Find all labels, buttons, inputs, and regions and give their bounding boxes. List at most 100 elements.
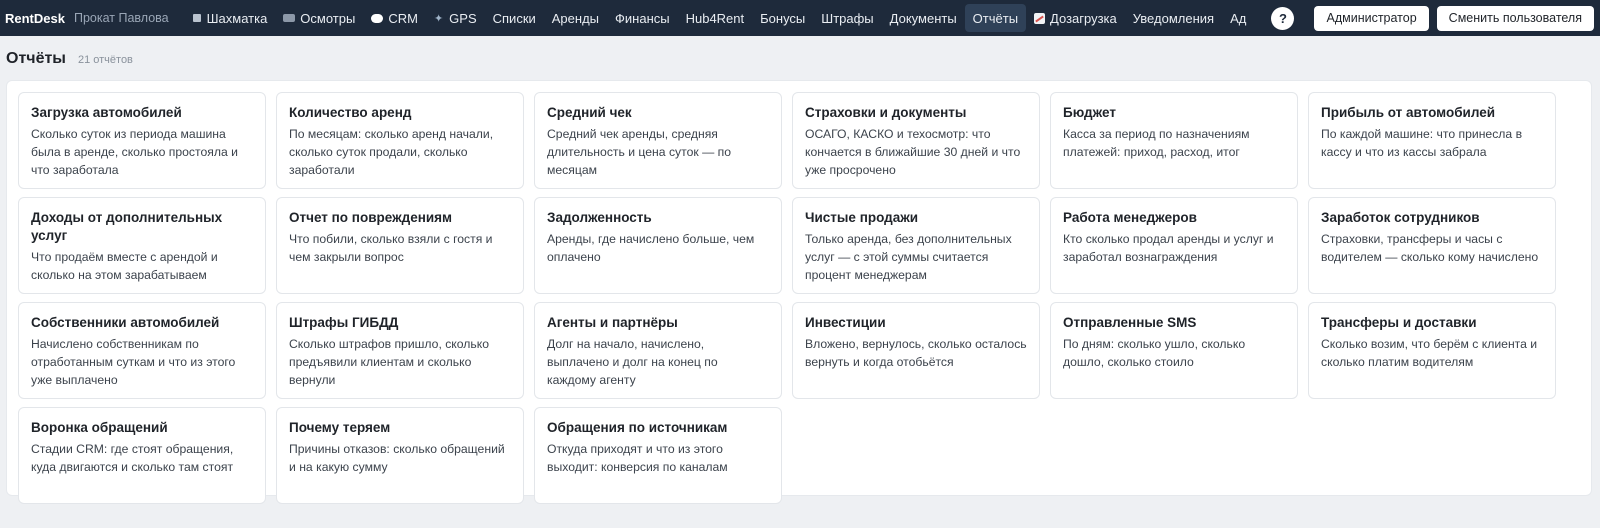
nav-item-hub4rent[interactable]: Hub4Rent <box>678 4 753 32</box>
nav-item-label: Штрафы <box>821 10 874 26</box>
report-card[interactable]: Воронка обращений Стадии CRM: где стоят о… <box>18 407 266 504</box>
report-description: Вложено, вернулось, сколько осталось вер… <box>805 337 1027 369</box>
report-card[interactable]: Собственники автомобилей Начислено собств… <box>18 302 266 399</box>
report-description: Что побили, сколько взяли с гостя и чем … <box>289 232 493 264</box>
report-card[interactable]: Чистые продажи Только аренда, без дополни… <box>792 197 1040 294</box>
report-title: Собственники автомобилей <box>31 315 220 330</box>
nav-item-label: Дозагрузка <box>1050 10 1117 26</box>
report-description: Начислено собственникам по отработанным … <box>31 337 236 387</box>
report-card[interactable]: Отчет по повреждениям Что побили, сколько… <box>276 197 524 294</box>
report-title: Загрузка автомобилей <box>31 105 182 120</box>
nav-item-label: Уведомления <box>1132 10 1215 26</box>
speech-bubble-icon <box>371 13 384 23</box>
report-card[interactable]: Средний чек Средний чек аренды, средняя д… <box>534 92 782 189</box>
satellite-icon: ✦ <box>433 12 444 25</box>
report-card[interactable]: Инвестиции Вложено, вернулось, сколько ос… <box>792 302 1040 399</box>
report-card[interactable]: Обращения по источникам Откуда приходят и… <box>534 407 782 504</box>
report-card[interactable]: Заработок сотрудников Страховки, трансфер… <box>1308 197 1556 294</box>
switch-user-button[interactable]: Сменить пользователя <box>1436 5 1594 31</box>
report-description: Причины отказов: сколько обращений и на … <box>289 442 505 474</box>
report-title: Бюджет <box>1063 105 1116 120</box>
report-description: Средний чек аренды, средняя длительность… <box>547 127 732 177</box>
report-card[interactable]: Штрафы ГИБДД Сколько штрафов пришло, скол… <box>276 302 524 399</box>
report-description: По месяцам: сколько аренд начали, скольк… <box>289 127 494 177</box>
report-card[interactable]: Бюджет Касса за период по назначениям пла… <box>1050 92 1298 189</box>
report-card[interactable]: Страховки и документы ОСАГО, КАСКО и техо… <box>792 92 1040 189</box>
report-description: ОСАГО, КАСКО и техосмотр: что кончается … <box>805 127 1021 177</box>
help-button[interactable]: ? <box>1271 6 1295 30</box>
report-card[interactable]: Трансферы и доставки Сколько возим, что б… <box>1308 302 1556 399</box>
report-title: Почему теряем <box>289 420 391 435</box>
report-description: Долг на начало, начислено, выплачено и д… <box>547 337 718 387</box>
camera-icon <box>283 14 296 22</box>
nav-item-dozagruzka[interactable]: Дозагрузка <box>1026 4 1125 32</box>
report-description: По дням: сколько ушло, сколько дошло, ск… <box>1063 337 1246 369</box>
main-nav: Шахматка Осмотры CRM ✦ GPS Списки Аренды Финанс… <box>185 0 1266 36</box>
nav-item-label: Ад <box>1230 10 1247 26</box>
report-title: Прибыль от автомобилей <box>1321 105 1496 120</box>
report-title: Трансферы и доставки <box>1321 315 1477 330</box>
report-count: 21 отчётов <box>77 54 133 66</box>
report-card[interactable]: Работа менеджеров Кто сколько продал арен… <box>1050 197 1298 294</box>
chart-icon <box>1034 12 1046 24</box>
report-description: Сколько штрафов пришло, сколько предъяви… <box>289 337 489 387</box>
report-card[interactable]: Загрузка автомобилей Сколько суток из пер… <box>18 92 266 189</box>
report-card[interactable]: Прибыль от автомобилей По каждой машине: … <box>1308 92 1556 189</box>
nav-item-label: Бонусы <box>760 10 806 26</box>
nav-item-label: CRM <box>388 10 418 26</box>
report-description: Касса за период по назначениям платежей:… <box>1063 127 1250 159</box>
report-card[interactable]: Количество аренд По месяцам: сколько арен… <box>276 92 524 189</box>
nav-item-finansy[interactable]: Финансы <box>607 4 678 32</box>
nav-item-label: Аренды <box>551 10 600 26</box>
nav-item-bonusy[interactable]: Бонусы <box>752 4 813 32</box>
reports-panel: Загрузка автомобилей Сколько суток из пер… <box>6 80 1592 504</box>
nav-item-shtrafy[interactable]: Штрафы <box>813 4 881 32</box>
nav-item-dokumenty[interactable]: Документы <box>882 4 965 32</box>
nav-item-arendy[interactable]: Аренды <box>544 4 607 32</box>
report-description: Кто сколько продал аренды и услуг и зара… <box>1063 232 1274 264</box>
report-title: Обращения по источникам <box>547 420 728 435</box>
report-card[interactable]: Почему теряем Причины отказов: сколько об… <box>276 407 524 504</box>
report-description: Сколько возим, что берём с клиента и ско… <box>1321 337 1538 369</box>
report-description: Страховки, трансферы и часы с водителем … <box>1321 232 1539 264</box>
reports-grid: Загрузка автомобилей Сколько суток из пер… <box>18 92 1556 504</box>
report-card[interactable]: Задолженность Аренды, где начислено больш… <box>534 197 782 294</box>
admin-button[interactable]: Администратор <box>1314 5 1429 31</box>
nav-item-ad[interactable]: Ад <box>1222 4 1254 32</box>
top-nav-bar: RentDesk Прокат Павлова Шахматка Осмотры C… <box>0 0 1600 36</box>
report-description: Откуда приходят и что из этого выходит: … <box>547 442 728 474</box>
nav-item-otchety[interactable]: Отчёты <box>964 4 1027 32</box>
report-title: Агенты и партнёры <box>547 315 678 330</box>
report-description: Только аренда, без дополнительных услуг … <box>805 232 1012 282</box>
report-title: Задолженность <box>547 210 652 225</box>
nav-item-osmotry[interactable]: Осмотры <box>275 4 363 32</box>
report-card[interactable]: Отправленные SMS По дням: сколько ушло, с… <box>1050 302 1298 399</box>
report-title: Доходы от дополнительных услуг <box>31 210 223 243</box>
page-title: Отчёты <box>6 50 66 67</box>
nav-item-spiski[interactable]: Списки <box>485 4 544 32</box>
report-description: Что продаём вместе с арендой и сколько н… <box>31 250 218 282</box>
nav-item-gps[interactable]: ✦ GPS <box>426 4 485 32</box>
report-title: Заработок сотрудников <box>1321 210 1480 225</box>
report-description: Сколько суток из периода машина была в а… <box>31 127 238 177</box>
nav-item-shakhmatka[interactable]: Шахматка <box>185 4 276 32</box>
report-description: По каждой машине: что принесла в кассу и… <box>1321 127 1523 159</box>
app-brand[interactable]: RentDesk <box>5 11 65 26</box>
report-title: Инвестиции <box>805 315 886 330</box>
report-card[interactable]: Агенты и партнёры Долг на начало, начисле… <box>534 302 782 399</box>
nav-item-uvedomleniya[interactable]: Уведомления <box>1125 4 1222 32</box>
nav-item-label: Списки <box>492 10 536 26</box>
page-header: Отчёты 21 отчётов <box>0 36 1600 80</box>
grid-square-icon <box>192 14 201 22</box>
nav-item-label: Отчёты <box>972 10 1019 26</box>
nav-item-crm[interactable]: CRM <box>363 4 426 32</box>
report-title: Количество аренд <box>289 105 412 120</box>
nav-item-label: GPS <box>449 10 477 26</box>
report-description: Стадии CRM: где стоят обращения, куда дв… <box>31 442 234 474</box>
nav-item-label: Шахматка <box>206 10 268 26</box>
report-card[interactable]: Доходы от дополнительных услуг Что продаё… <box>18 197 266 294</box>
nav-item-label: Hub4Rent <box>685 10 745 26</box>
report-description: Аренды, где начислено больше, чем оплаче… <box>547 232 755 264</box>
nav-item-label: Осмотры <box>300 10 356 26</box>
report-title: Штрафы ГИБДД <box>289 315 399 330</box>
